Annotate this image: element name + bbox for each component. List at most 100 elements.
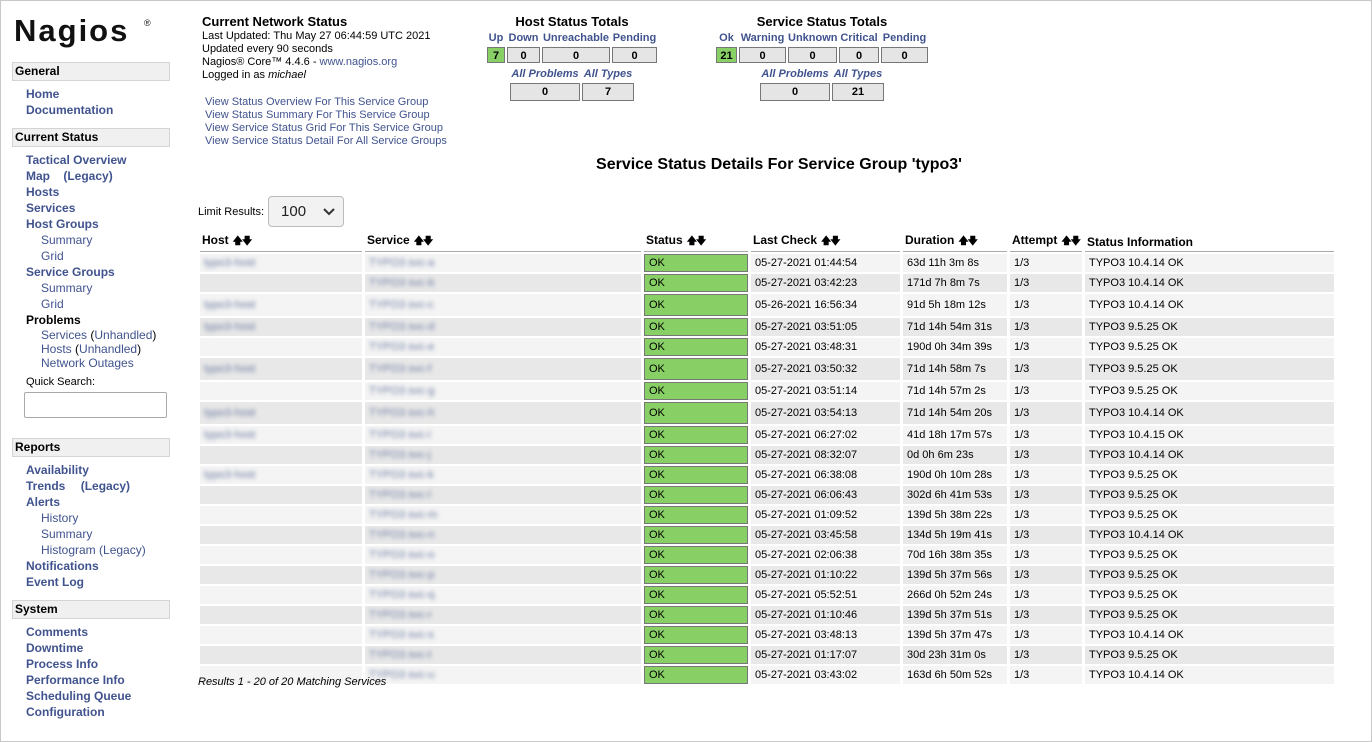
service-cell[interactable]: TYPO3 svc-d [365,318,641,336]
service-cell[interactable]: TYPO3 svc-j [365,446,641,464]
nav-alerts-histogram[interactable]: Histogram [41,543,96,557]
service-cell[interactable]: TYPO3 svc-q [365,586,641,604]
nav-notifications[interactable]: Notifications [26,558,170,574]
nav-availability[interactable]: Availability [26,462,170,478]
service-cell[interactable]: TYPO3 svc-h [365,402,641,424]
host-cell[interactable] [200,646,362,664]
sort-last-check-icon[interactable]: 🡅🡇 [821,236,841,247]
host-cell[interactable] [200,382,362,400]
svc-count-critical[interactable]: 0 [839,47,879,63]
nagios-org-link[interactable]: www.nagios.org [320,56,398,68]
host-cell[interactable] [200,526,362,544]
host-cell[interactable] [200,338,362,356]
svc-count-all-types[interactable]: 21 [832,83,884,101]
host-count-all-types[interactable]: 7 [582,83,634,101]
host-cell[interactable]: typo3-host [200,318,362,336]
svc-hdr-ok[interactable]: Ok [716,31,737,45]
host-cell[interactable]: typo3-host [200,466,362,484]
nav-network-outages[interactable]: Network Outages [41,356,134,370]
host-hdr-all-problems[interactable]: All Problems [510,67,580,81]
sort-status-icon[interactable]: 🡅🡇 [687,236,707,247]
svc-hdr-all-problems[interactable]: All Problems [760,67,830,81]
nav-host-groups-summary[interactable]: Summary [26,232,170,248]
svc-hdr-warning[interactable]: Warning [739,31,786,45]
nav-home[interactable]: Home [26,86,170,102]
service-cell[interactable]: TYPO3 svc-t [365,646,641,664]
nav-configuration[interactable]: Configuration [26,704,170,720]
svc-count-all-problems[interactable]: 0 [760,83,830,101]
nagios-logo[interactable]: Nagios ® [12,10,170,52]
host-hdr-unreachable[interactable]: Unreachable [542,31,610,45]
service-cell[interactable]: TYPO3 svc-g [365,382,641,400]
host-cell[interactable] [200,446,362,464]
service-cell[interactable]: TYPO3 svc-r [365,606,641,624]
host-count-all-problems[interactable]: 0 [510,83,580,101]
svc-count-pending[interactable]: 0 [881,47,928,63]
host-cell[interactable] [200,606,362,624]
nav-host-groups-grid[interactable]: Grid [26,248,170,264]
svc-count-ok[interactable]: 21 [716,47,737,63]
nav-map-legacy[interactable]: (Legacy) [63,169,112,183]
nav-problems-services[interactable]: Services [41,328,87,342]
host-cell[interactable]: typo3-host [200,426,362,444]
svc-hdr-critical[interactable]: Critical [839,31,879,45]
host-cell[interactable] [200,486,362,504]
nav-services[interactable]: Services [26,200,170,216]
svc-hdr-all-types[interactable]: All Types [832,67,884,81]
host-hdr-up[interactable]: Up [487,31,505,45]
svc-hdr-unknown[interactable]: Unknown [788,31,838,45]
nav-alerts-history[interactable]: History [26,510,170,526]
nav-service-groups[interactable]: Service Groups [26,264,170,280]
nav-hosts[interactable]: Hosts [26,184,170,200]
nav-scheduling-queue[interactable]: Scheduling Queue [26,688,170,704]
service-cell[interactable]: TYPO3 svc-p [365,566,641,584]
nav-alerts-summary[interactable]: Summary [26,526,170,542]
nav-problems-services-unhandled[interactable]: Unhandled [94,328,152,342]
nav-tactical-overview[interactable]: Tactical Overview [26,152,170,168]
host-hdr-pending[interactable]: Pending [612,31,657,45]
service-cell[interactable]: TYPO3 svc-b [365,274,641,292]
nav-problems-hosts-unhandled[interactable]: Unhandled [79,342,137,356]
nav-comments[interactable]: Comments [26,624,170,640]
nav-service-groups-grid[interactable]: Grid [26,296,170,312]
nav-service-groups-summary[interactable]: Summary [26,280,170,296]
host-cell[interactable]: typo3-host [200,402,362,424]
quick-search-input[interactable] [24,392,167,418]
sort-service-icon[interactable]: 🡅🡇 [414,236,434,247]
host-cell[interactable] [200,586,362,604]
nav-trends[interactable]: Trends [26,479,65,493]
host-cell[interactable]: typo3-host [200,358,362,380]
service-cell[interactable]: TYPO3 svc-m [365,506,641,524]
sort-attempt-icon[interactable]: 🡅🡇 [1061,236,1081,247]
nav-documentation[interactable]: Documentation [26,102,170,118]
nav-map[interactable]: Map [26,169,50,183]
link-status-grid[interactable]: View Service Status Grid For This Servic… [205,122,447,135]
sort-host-icon[interactable]: 🡅🡇 [233,236,253,247]
host-cell[interactable]: typo3-host [200,254,362,272]
service-cell[interactable]: TYPO3 svc-i [365,426,641,444]
host-hdr-down[interactable]: Down [507,31,540,45]
link-status-summary[interactable]: View Status Summary For This Service Gro… [205,109,447,122]
nav-process-info[interactable]: Process Info [26,656,170,672]
svc-count-unknown[interactable]: 0 [788,47,837,63]
host-hdr-all-types[interactable]: All Types [582,67,634,81]
limit-results-select[interactable]: 100 [268,196,345,227]
service-cell[interactable]: TYPO3 svc-a [365,254,641,272]
host-count-up[interactable]: 7 [487,47,505,63]
service-cell[interactable]: TYPO3 svc-l [365,486,641,504]
nav-histogram-legacy[interactable]: (Legacy) [99,543,146,557]
service-cell[interactable]: TYPO3 svc-s [365,626,641,644]
nav-performance-info[interactable]: Performance Info [26,672,170,688]
svc-hdr-pending[interactable]: Pending [881,31,928,45]
service-cell[interactable]: TYPO3 svc-u [365,666,641,684]
nav-host-groups[interactable]: Host Groups [26,216,170,232]
service-cell[interactable]: TYPO3 svc-k [365,466,641,484]
host-count-down[interactable]: 0 [507,47,540,63]
service-cell[interactable]: TYPO3 svc-o [365,546,641,564]
nav-problems-hosts[interactable]: Hosts [41,342,72,356]
host-cell[interactable] [200,274,362,292]
service-cell[interactable]: TYPO3 svc-f [365,358,641,380]
link-status-detail-all[interactable]: View Service Status Detail For All Servi… [205,135,447,148]
host-cell[interactable] [200,626,362,644]
service-cell[interactable]: TYPO3 svc-c [365,294,641,316]
